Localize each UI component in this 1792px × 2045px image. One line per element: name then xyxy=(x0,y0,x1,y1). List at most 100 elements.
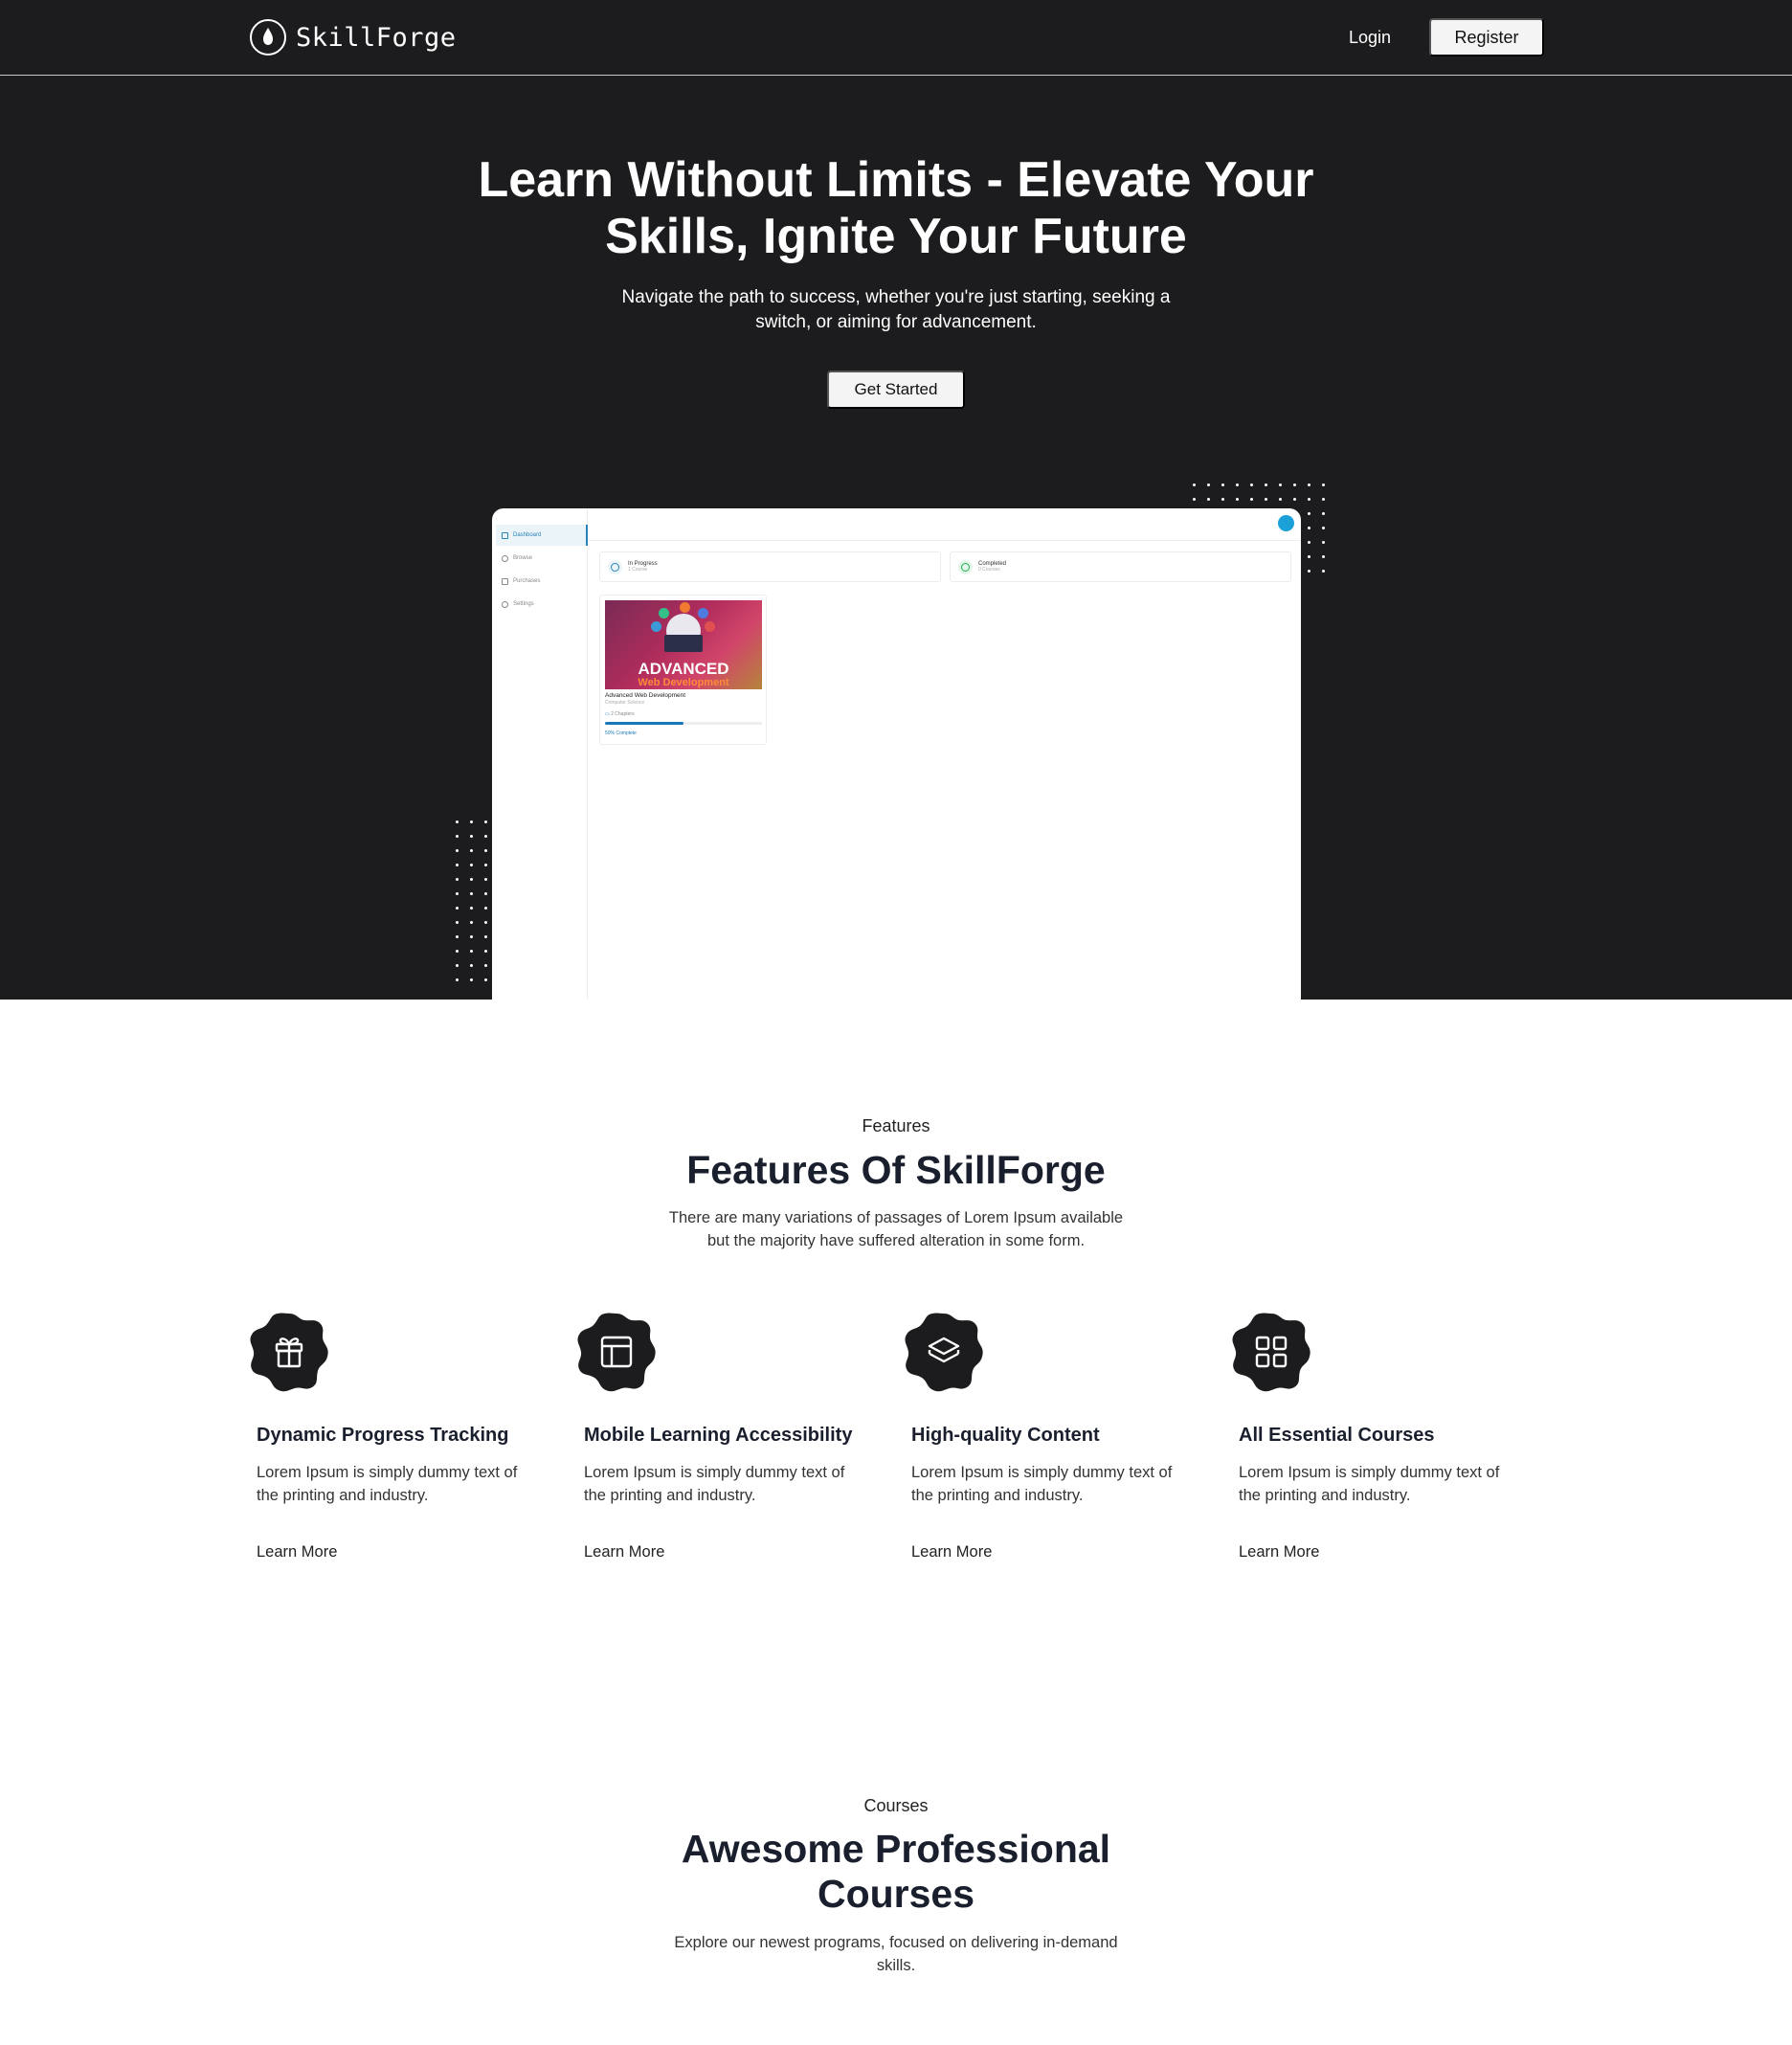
landing-page: SkillForge Login Register Learn Without … xyxy=(0,0,1792,2045)
dot xyxy=(1193,498,1196,501)
courses-description: Explore our newest programs, focused on … xyxy=(674,1934,1118,1974)
hero-subtitle: Navigate the path to success, whether yo… xyxy=(621,287,1171,332)
tech-bubble xyxy=(705,621,715,632)
chapters-count: 2 Chapters xyxy=(611,711,635,717)
dot xyxy=(484,820,487,823)
dot xyxy=(1236,483,1239,486)
sidebar-item-label: Settings xyxy=(513,601,534,607)
dot xyxy=(470,864,473,866)
dot xyxy=(1308,512,1310,515)
course-card[interactable]: ADVANCED Web Development Advanced Web De… xyxy=(599,595,767,745)
dashboard-icon xyxy=(502,531,508,539)
learn-more-link[interactable]: Learn More xyxy=(1239,1543,1319,1562)
hero-title: Learn Without Limits - Elevate Your Skil… xyxy=(478,152,1314,264)
dot xyxy=(1236,498,1239,501)
book-icon: ▭ xyxy=(605,711,610,717)
preview-sidebar: Dashboard Browse Purchases Settings xyxy=(492,508,588,1000)
dot xyxy=(470,978,473,981)
dot xyxy=(470,835,473,838)
progress-fill xyxy=(605,722,683,725)
preview-topbar xyxy=(588,508,1301,541)
progress-bar xyxy=(605,722,762,725)
dot xyxy=(484,964,487,967)
dot xyxy=(484,978,487,981)
dot xyxy=(456,835,459,838)
learn-more-link[interactable]: Learn More xyxy=(911,1543,992,1562)
learn-more-link[interactable]: Learn More xyxy=(257,1543,337,1562)
courses-eyebrow: Courses xyxy=(863,1796,929,1815)
sidebar-item-dashboard[interactable]: Dashboard xyxy=(496,525,588,546)
course-category: Computer Science xyxy=(605,700,645,706)
dot xyxy=(1308,483,1310,486)
dot xyxy=(1322,541,1325,544)
dot xyxy=(456,849,459,852)
dot xyxy=(1322,512,1325,515)
dot xyxy=(1265,498,1267,501)
course-title: Advanced Web Development xyxy=(605,692,686,699)
feature-description: Lorem Ipsum is simply dummy text of the … xyxy=(911,1464,1173,1504)
grid-icon xyxy=(1232,1313,1310,1392)
dot xyxy=(1221,498,1224,501)
feature-title: Dynamic Progress Tracking xyxy=(257,1425,509,1446)
dot xyxy=(456,935,459,938)
dot xyxy=(484,849,487,852)
dot xyxy=(484,935,487,938)
dot xyxy=(484,907,487,910)
card-icon xyxy=(502,577,508,585)
dot xyxy=(456,864,459,866)
course-chapters: ▭ 2 Chapters xyxy=(605,711,635,717)
stat-count: 0 Courses xyxy=(978,567,1000,573)
dot xyxy=(1293,483,1296,486)
dot xyxy=(470,935,473,938)
dot xyxy=(470,907,473,910)
tech-bubble xyxy=(698,608,708,618)
sidebar-item-browse[interactable]: Browse xyxy=(496,548,588,569)
sidebar-item-label: Purchases xyxy=(513,578,541,584)
dot xyxy=(1322,483,1325,486)
courses-title: Awesome Professional Courses xyxy=(681,1827,1111,1916)
dot xyxy=(456,921,459,924)
dot xyxy=(456,964,459,967)
feature-card: High-quality Content Lorem Ipsum is simp… xyxy=(904,1312,1191,1570)
avatar[interactable] xyxy=(1278,515,1294,531)
features-description: There are many variations of passages of… xyxy=(668,1209,1124,1249)
dot xyxy=(470,892,473,895)
hero-section: Learn Without Limits - Elevate Your Skil… xyxy=(0,76,1792,1000)
laptop-illustration xyxy=(664,635,703,652)
sidebar-item-label: Browse xyxy=(513,555,533,561)
sidebar-item-purchases[interactable]: Purchases xyxy=(496,571,588,592)
thumbnail-subtitle: Web Development xyxy=(638,677,729,688)
register-button[interactable]: Register xyxy=(1429,18,1544,56)
stat-card-completed: Completed 0 Courses xyxy=(950,551,1291,582)
sidebar-item-label: Dashboard xyxy=(513,532,542,538)
login-button[interactable]: Login xyxy=(1327,18,1413,56)
dot xyxy=(484,864,487,866)
feature-description: Lorem Ipsum is simply dummy text of the … xyxy=(257,1464,518,1504)
feature-description: Lorem Ipsum is simply dummy text of the … xyxy=(584,1464,845,1504)
layers-icon xyxy=(905,1313,983,1392)
dot xyxy=(470,878,473,881)
dot xyxy=(484,878,487,881)
get-started-button[interactable]: Get Started xyxy=(827,371,965,409)
dot xyxy=(456,978,459,981)
sidebar-item-settings[interactable]: Settings xyxy=(496,594,588,615)
learn-more-link[interactable]: Learn More xyxy=(584,1543,664,1562)
dot xyxy=(456,878,459,881)
features-title: Features Of SkillForge xyxy=(686,1148,1106,1192)
dot xyxy=(470,921,473,924)
dot xyxy=(1207,498,1210,501)
dot xyxy=(1265,483,1267,486)
tech-bubble xyxy=(680,602,690,613)
dot xyxy=(484,892,487,895)
tech-bubble xyxy=(659,608,669,618)
logo[interactable]: SkillForge xyxy=(249,18,457,56)
feature-card: Dynamic Progress Tracking Lorem Ipsum is… xyxy=(249,1312,536,1570)
dot xyxy=(1308,555,1310,558)
dot xyxy=(456,950,459,953)
dot xyxy=(1250,483,1253,486)
progress-label: 50% Complete xyxy=(605,730,637,736)
tech-bubble xyxy=(651,621,661,632)
dot xyxy=(1207,483,1210,486)
thumbnail-title: ADVANCED xyxy=(638,660,729,678)
dot xyxy=(470,950,473,953)
